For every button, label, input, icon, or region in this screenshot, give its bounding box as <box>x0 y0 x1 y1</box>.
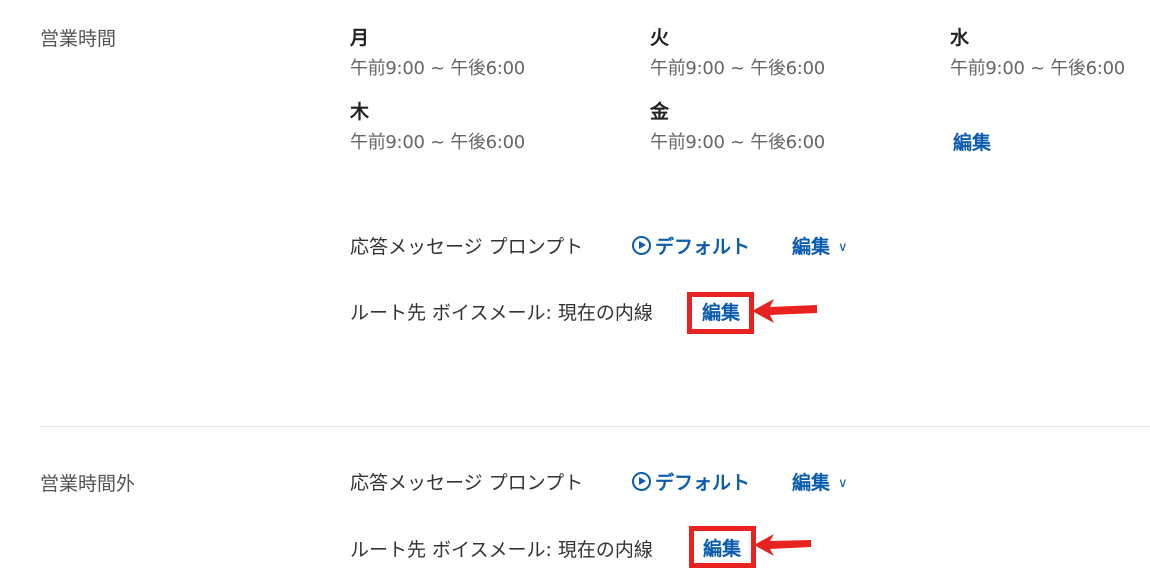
day-tue-name: 火 <box>650 27 670 49</box>
after-hours-route-edit-link[interactable]: 編集 <box>703 534 741 561</box>
day-thu-name: 木 <box>350 101 370 123</box>
greeting-prompt-label: 応答メッセージ プロンプト <box>350 236 584 258</box>
after-hours-greeting-default-link[interactable]: デフォルト <box>632 468 750 495</box>
route-edit-link[interactable]: 編集 <box>702 298 740 325</box>
day-mon-hours: 午前9:00 ~ 午後6:00 <box>350 58 525 79</box>
day-fri-hours: 午前9:00 ~ 午後6:00 <box>650 132 825 153</box>
day-wed-hours: 午前9:00 ~ 午後6:00 <box>950 58 1125 79</box>
red-arrow-annotation <box>754 534 811 556</box>
after-hours-greeting-default-text: デフォルト <box>655 472 751 494</box>
greeting-default-text: デフォルト <box>655 236 751 258</box>
business-hours-label: 営業時間 <box>40 28 117 50</box>
after-hours-greeting-label: 応答メッセージ プロンプト <box>350 472 584 494</box>
greeting-default-link[interactable]: デフォルト <box>632 232 750 259</box>
day-mon-name: 月 <box>350 27 370 49</box>
after-hours-greeting-edit-dropdown[interactable]: 編集 ∨ <box>792 468 848 495</box>
chevron-down-icon: ∨ <box>838 240 848 255</box>
play-circle-icon <box>632 472 651 491</box>
greeting-edit-text: 編集 <box>792 236 831 258</box>
day-wed-name: 水 <box>950 27 970 49</box>
edit-hours-link[interactable]: 編集 <box>953 128 991 155</box>
route-voicemail-label: ルート先 ボイスメール: 現在の内線 <box>350 302 653 324</box>
day-fri-name: 金 <box>650 101 670 123</box>
after-hours-route-label: ルート先 ボイスメール: 現在の内線 <box>350 539 653 561</box>
day-tue-hours: 午前9:00 ~ 午後6:00 <box>650 58 825 79</box>
section-divider <box>40 426 1150 427</box>
after-hours-greeting-edit-text: 編集 <box>792 472 831 494</box>
chevron-down-icon: ∨ <box>838 476 848 491</box>
day-thu-hours: 午前9:00 ~ 午後6:00 <box>350 132 525 153</box>
after-hours-label: 営業時間外 <box>40 473 136 495</box>
play-circle-icon <box>632 236 651 255</box>
greeting-edit-dropdown[interactable]: 編集 ∨ <box>792 232 848 259</box>
red-arrow-annotation <box>752 299 817 323</box>
